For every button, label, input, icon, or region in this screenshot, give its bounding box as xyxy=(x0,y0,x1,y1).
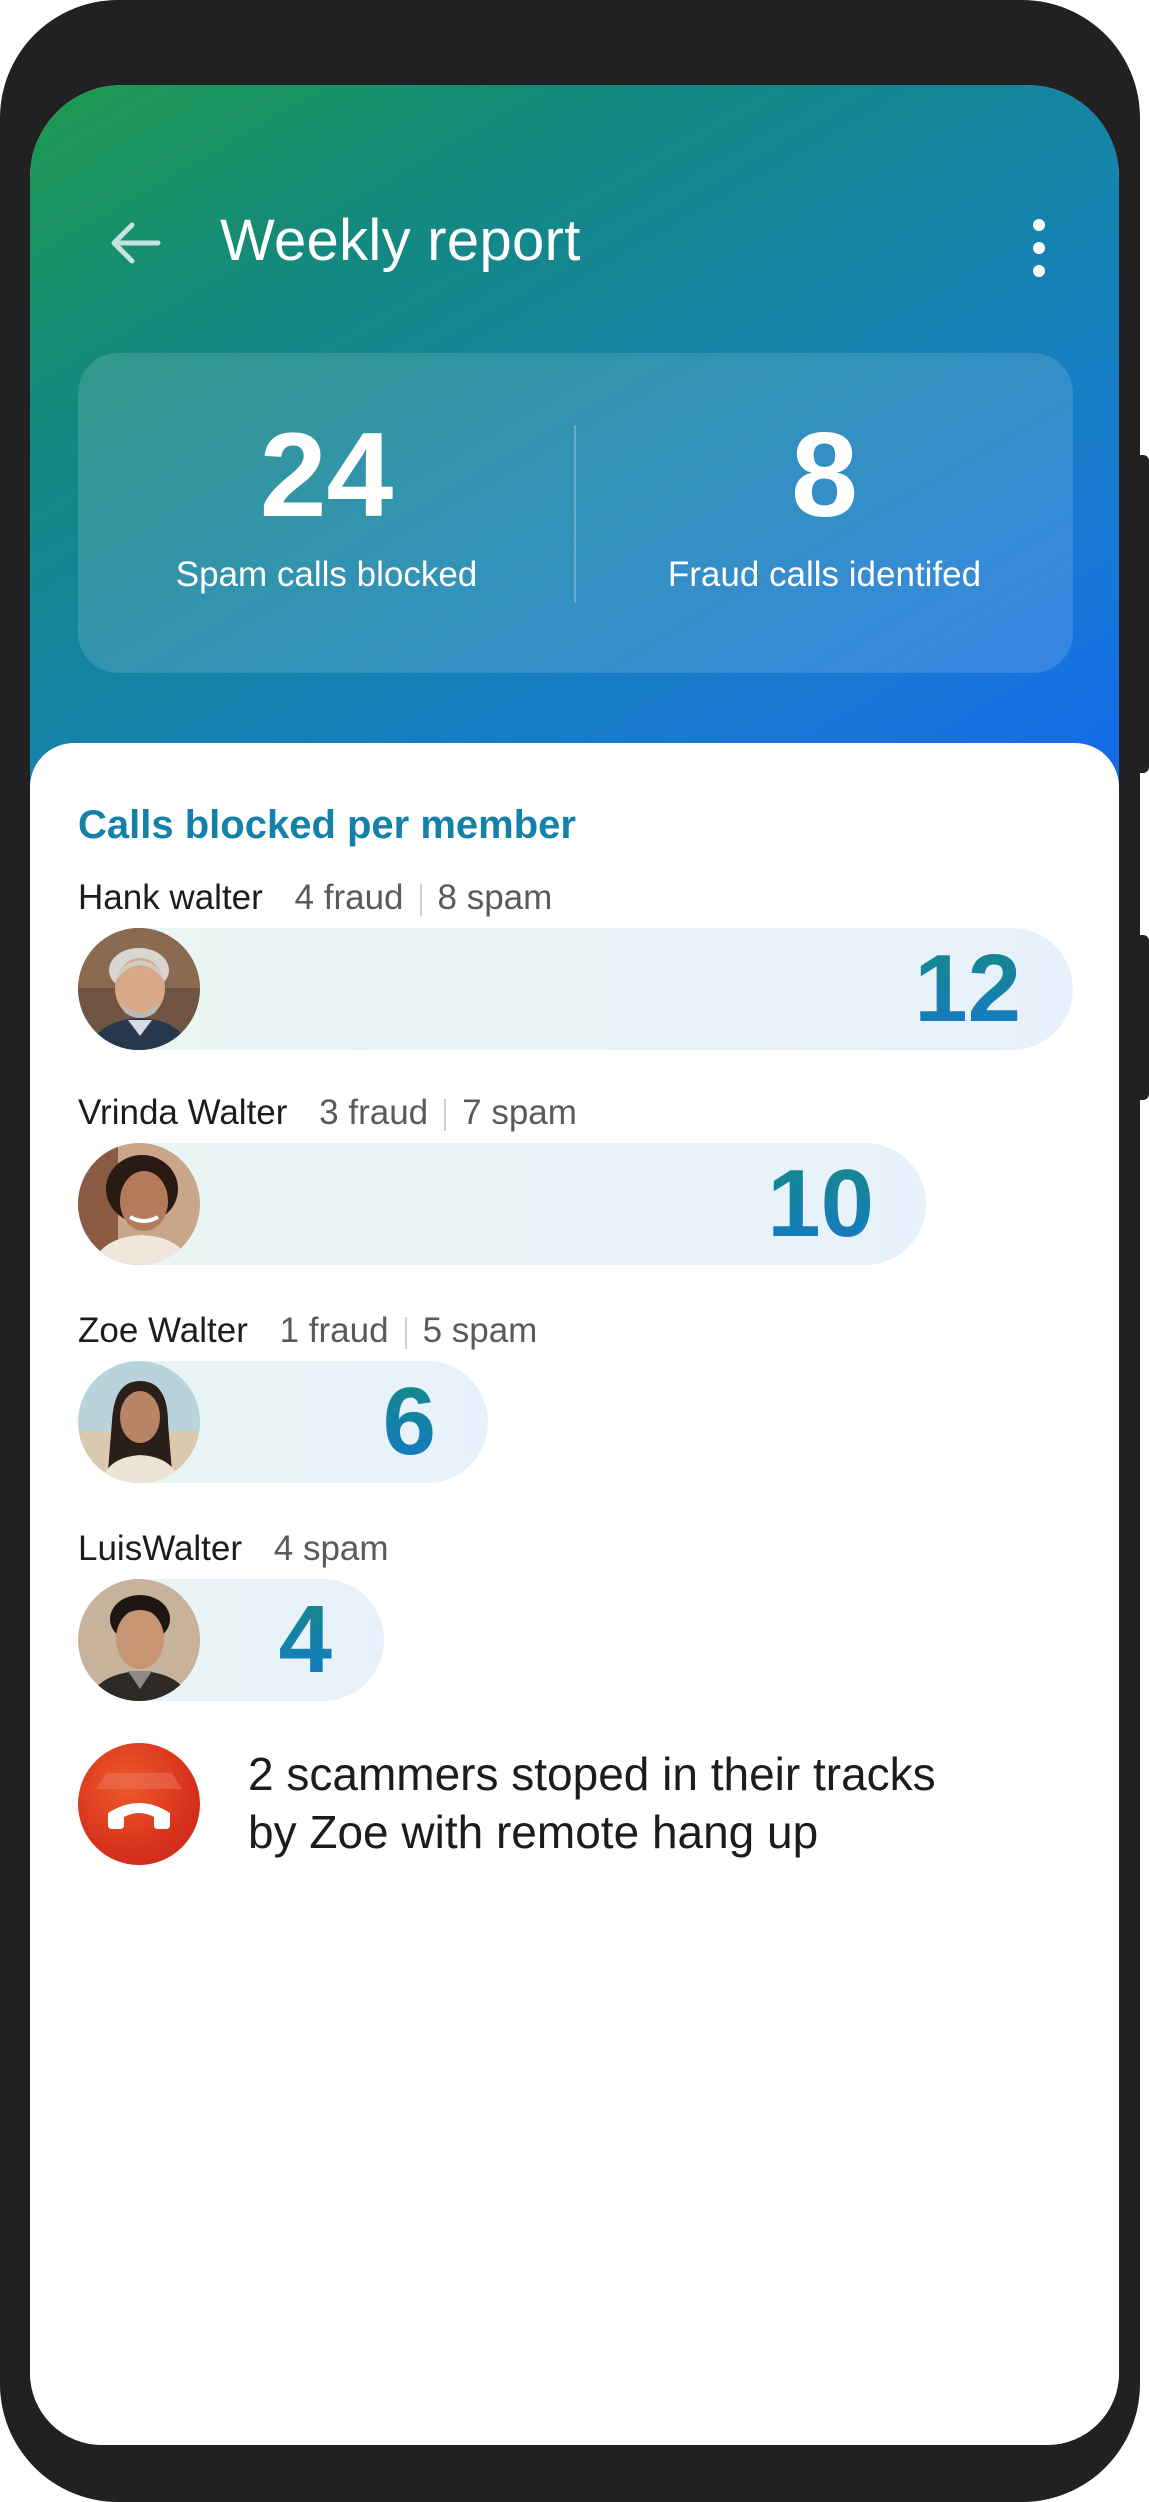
summary-card: 24 Spam calls blocked 8 Fraud calls iden… xyxy=(78,353,1073,673)
fraud-stat: 8 Fraud calls identifed xyxy=(576,353,1073,673)
member-bar: 12 xyxy=(78,928,1073,1050)
more-options-button[interactable] xyxy=(1020,213,1070,293)
member-meta: Hank walter 4 fraud 8 spam xyxy=(78,873,552,923)
fraud-count-label: 1 fraud xyxy=(279,1311,389,1350)
avatar xyxy=(78,928,200,1050)
back-button[interactable] xyxy=(100,208,170,278)
member-total: 12 xyxy=(914,928,1021,1050)
page-title: Weekly report xyxy=(220,208,581,273)
report-header: Weekly report 24 Spam calls blocked 8 Fr… xyxy=(30,85,1119,805)
spam-stat: 24 Spam calls blocked xyxy=(78,353,575,673)
spam-count: 24 xyxy=(259,408,394,542)
spam-label: Spam calls blocked xyxy=(175,555,478,594)
member-bar: 6 xyxy=(78,1361,488,1483)
avatar xyxy=(78,1143,200,1265)
note-line-1: 2 scammers stoped in their tracks xyxy=(248,1748,936,1800)
member-bar: 10 xyxy=(78,1143,926,1265)
avatar xyxy=(78,1579,200,1701)
fraud-count-label: 4 fraud xyxy=(294,878,404,917)
member-bar: 4 xyxy=(78,1579,384,1701)
arrow-left-icon xyxy=(111,222,161,264)
separator xyxy=(444,1098,447,1131)
side-button-volume xyxy=(1138,455,1149,773)
member-total: 4 xyxy=(279,1579,332,1701)
spam-count-label: 4 spam xyxy=(273,1529,389,1568)
hang-up-icon xyxy=(96,1773,182,1829)
member-meta: LuisWalter 4 spam xyxy=(78,1524,389,1574)
member-name: Vrinda Walter xyxy=(78,1093,288,1132)
members-sheet: Calls blocked per member Hank walter 4 f… xyxy=(30,743,1119,2445)
note-line-2: by Zoe with remote hang up xyxy=(248,1806,819,1858)
member-name: LuisWalter xyxy=(78,1529,243,1568)
fraud-label: Fraud calls identifed xyxy=(667,555,982,594)
more-vertical-icon xyxy=(1033,219,1045,277)
spam-count-label: 8 spam xyxy=(437,878,553,917)
hang-up-note: 2 scammers stoped in their tracks by Zoe… xyxy=(248,1745,1068,1861)
member-name: Hank walter xyxy=(78,878,263,917)
member-total: 6 xyxy=(383,1361,436,1483)
member-meta: Zoe Walter 1 fraud 5 spam xyxy=(78,1306,537,1356)
member-name: Zoe Walter xyxy=(78,1311,248,1350)
fraud-count-label: 3 fraud xyxy=(319,1093,429,1132)
fraud-count: 8 xyxy=(791,408,858,542)
separator xyxy=(419,883,422,916)
member-meta: Vrinda Walter 3 fraud 7 spam xyxy=(78,1088,577,1138)
hang-up-badge xyxy=(78,1743,200,1865)
separator xyxy=(404,1316,407,1349)
app-bar: Weekly report xyxy=(30,85,1119,277)
side-button-power xyxy=(1138,935,1149,1100)
spam-count-label: 7 spam xyxy=(462,1093,577,1132)
avatar xyxy=(78,1361,200,1483)
spam-count-label: 5 spam xyxy=(422,1311,538,1350)
section-title: Calls blocked per member xyxy=(78,803,576,847)
screen: Weekly report 24 Spam calls blocked 8 Fr… xyxy=(30,85,1119,2445)
member-total: 10 xyxy=(767,1143,874,1265)
